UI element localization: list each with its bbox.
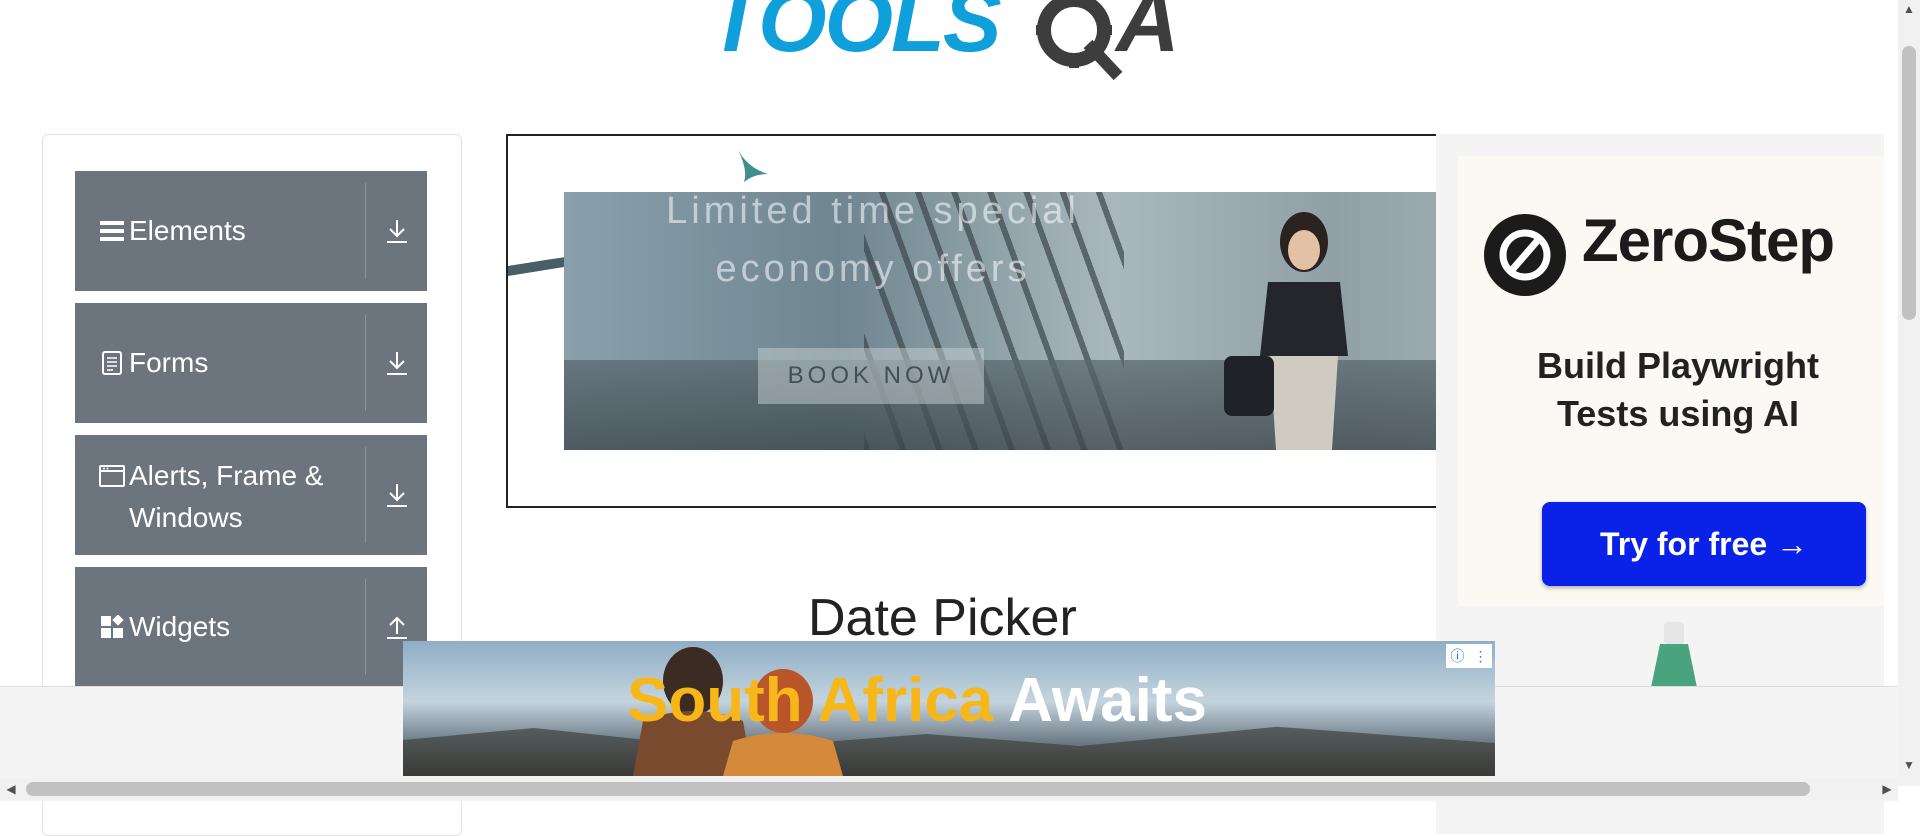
group-label: Forms xyxy=(129,347,209,378)
vertical-scrollbar[interactable]: ▲ ▼ xyxy=(1898,0,1920,786)
headline-part-2: Awaits xyxy=(1008,666,1207,735)
download-arrow-icon[interactable] xyxy=(366,303,427,423)
group-label: Widgets xyxy=(129,611,231,642)
document-icon xyxy=(99,350,125,376)
group-label: Alerts, Frame & Windows xyxy=(129,460,324,533)
hamburger-icon xyxy=(99,218,125,244)
scroll-down-arrow-icon[interactable]: ▼ xyxy=(1902,758,1916,772)
group-header[interactable]: Widgets xyxy=(75,567,365,687)
ad-card: ZeroStep Build Playwright Tests using AI… xyxy=(1458,156,1884,606)
logo-text-a: A xyxy=(1116,0,1180,70)
group-label: Elements xyxy=(129,215,246,246)
offer-line-1: Limited time special xyxy=(666,190,1080,232)
sidebar-group-elements[interactable]: Elements xyxy=(75,171,427,291)
zerostep-logo-icon xyxy=(1484,214,1566,296)
sidebar-group-forms[interactable]: Forms xyxy=(75,303,427,423)
headline-part-1: South Africa xyxy=(627,666,994,735)
sidebar-group-alerts-frame-windows[interactable]: Alerts, Frame & Windows xyxy=(75,435,427,555)
sidebar-group-widgets[interactable]: Widgets xyxy=(75,567,427,687)
group-header[interactable]: Alerts, Frame & Windows xyxy=(75,435,365,555)
scroll-right-arrow-icon[interactable]: ▶ xyxy=(1880,782,1894,796)
group-header[interactable]: Forms xyxy=(75,303,365,423)
toolsqa-logo[interactable]: TOOLS A xyxy=(708,0,1198,84)
scroll-up-arrow-icon[interactable]: ▲ xyxy=(1902,2,1916,16)
logo-text-tools: TOOLS xyxy=(708,0,1002,70)
widgets-icon xyxy=(99,614,125,640)
traveler-image xyxy=(1224,212,1348,450)
group-header[interactable]: Elements xyxy=(75,171,365,291)
scroll-left-arrow-icon[interactable]: ◀ xyxy=(4,782,18,796)
south-africa-ad[interactable]: South Africa Awaits xyxy=(403,641,1495,776)
ad-tagline: Build Playwright Tests using AI xyxy=(1536,345,1820,434)
bird-logo-icon xyxy=(738,150,768,182)
page-title: Date Picker xyxy=(808,589,1077,647)
ad-headline: South Africa Awaits xyxy=(627,665,1207,736)
offer-line-2: economy offers xyxy=(715,248,1031,290)
try-for-free-button[interactable]: Try for free → xyxy=(1542,502,1866,586)
info-icon[interactable]: ⓘ xyxy=(1451,646,1465,666)
download-arrow-icon[interactable] xyxy=(366,435,427,555)
book-now-button[interactable]: BOOK NOW xyxy=(758,348,984,404)
brand-name: ZeroStep xyxy=(1582,207,1835,274)
vertical-scroll-thumb[interactable] xyxy=(1902,46,1916,320)
download-arrow-icon[interactable] xyxy=(366,171,427,291)
window-icon xyxy=(99,463,125,489)
horizontal-scroll-thumb[interactable] xyxy=(26,782,1810,796)
offer-text: Limited time special economy offers xyxy=(638,182,1108,298)
horizontal-scrollbar[interactable]: ◀ ▶ xyxy=(0,778,1898,800)
ad-choices[interactable]: ⓘ ⋮ xyxy=(1446,644,1492,668)
more-options-icon[interactable]: ⋮ xyxy=(1474,648,1488,665)
